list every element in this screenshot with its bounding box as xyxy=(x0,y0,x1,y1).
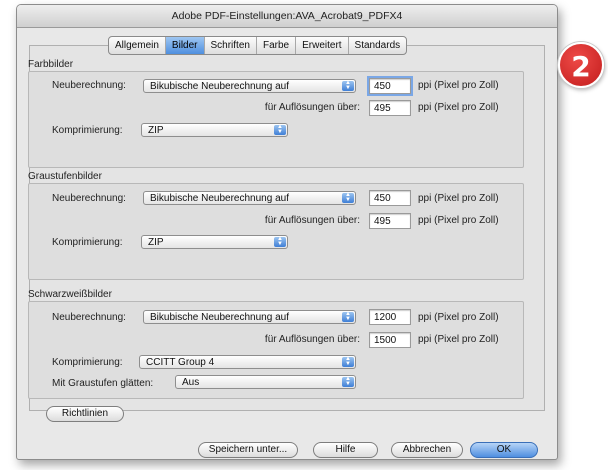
farbbilder-aufloesung-label: für Auflösungen über: xyxy=(264,102,360,113)
schwarzweiss-neuberechnung-select[interactable]: Bikubische Neuberechnung auf ▲ ▼ xyxy=(143,310,356,324)
graustufen-ppi-input[interactable]: 450 xyxy=(369,190,411,206)
schwarzweiss-aufloesung-input[interactable]: 1500 xyxy=(369,332,411,348)
schwarzweiss-glaetten-value: Aus xyxy=(182,377,200,388)
select-arrows-icon: ▲ ▼ xyxy=(342,192,354,203)
farbbilder-neuberechnung-select[interactable]: Bikubische Neuberechnung auf ▲ ▼ xyxy=(143,79,356,93)
schwarzweiss-aufloesung-label: für Auflösungen über: xyxy=(264,334,360,345)
schwarzweiss-komprimierung-label: Komprimierung: xyxy=(52,357,123,368)
select-arrows-icon: ▲ ▼ xyxy=(274,236,286,247)
farbbilder-aufloesung-input[interactable]: 495 xyxy=(369,100,411,116)
tab-allgemein[interactable]: Allgemein xyxy=(109,37,165,54)
window-title: Adobe PDF-Einstellungen:AVA_Acrobat9_PDF… xyxy=(17,5,557,28)
tab-schriften[interactable]: Schriften xyxy=(203,37,256,54)
graustufen-aufloesung-input[interactable]: 495 xyxy=(369,213,411,229)
help-button[interactable]: Hilfe xyxy=(313,442,378,458)
select-arrows-icon: ▲ ▼ xyxy=(274,124,286,135)
farbbilder-komprimierung-select[interactable]: ZIP ▲ ▼ xyxy=(141,123,288,137)
graustufen-komprimierung-select[interactable]: ZIP ▲ ▼ xyxy=(141,235,288,249)
tab-farbe[interactable]: Farbe xyxy=(255,37,295,54)
tab-standards[interactable]: Standards xyxy=(347,37,407,54)
schwarzweiss-ppi-unit: ppi (Pixel pro Zoll) xyxy=(418,312,499,323)
farbbilder-neuberechnung-value: Bikubische Neuberechnung auf xyxy=(150,81,289,92)
farbbilder-ppi-unit: ppi (Pixel pro Zoll) xyxy=(418,80,499,91)
ok-button[interactable]: OK xyxy=(470,442,538,458)
schwarzweiss-aufloesung-unit: ppi (Pixel pro Zoll) xyxy=(418,334,499,345)
cancel-button[interactable]: Abbrechen xyxy=(391,442,463,458)
farbbilder-neuberechnung-label: Neuberechnung: xyxy=(52,80,126,91)
schwarzweiss-glaetten-select[interactable]: Aus ▲ ▼ xyxy=(175,375,356,389)
tab-bilder[interactable]: Bilder xyxy=(164,37,204,54)
schwarzweiss-komprimierung-value: CCITT Group 4 xyxy=(146,357,215,368)
schwarzweiss-komprimierung-select[interactable]: CCITT Group 4 ▲ ▼ xyxy=(139,355,356,369)
farbbilder-aufloesung-unit: ppi (Pixel pro Zoll) xyxy=(418,102,499,113)
farbbilder-ppi-input[interactable]: 450 xyxy=(367,76,413,96)
graustufen-komprimierung-label: Komprimierung: xyxy=(52,237,123,248)
tab-bar: Allgemein Bilder Schriften Farbe Erweite… xyxy=(108,36,408,55)
select-arrows-icon: ▲ ▼ xyxy=(342,80,354,91)
graustufen-title: Graustufenbilder xyxy=(28,171,102,182)
select-arrows-icon: ▲ ▼ xyxy=(342,311,354,322)
graustufen-neuberechnung-select[interactable]: Bikubische Neuberechnung auf ▲ ▼ xyxy=(143,191,356,205)
graustufen-aufloesung-label: für Auflösungen über: xyxy=(264,215,360,226)
schwarzweiss-neuberechnung-value: Bikubische Neuberechnung auf xyxy=(150,312,289,323)
farbbilder-komprimierung-label: Komprimierung: xyxy=(52,125,123,136)
farbbilder-komprimierung-value: ZIP xyxy=(148,125,164,136)
graustufen-neuberechnung-label: Neuberechnung: xyxy=(52,193,126,204)
graustufen-neuberechnung-value: Bikubische Neuberechnung auf xyxy=(150,193,289,204)
farbbilder-title: Farbbilder xyxy=(28,59,74,70)
schwarzweiss-neuberechnung-label: Neuberechnung: xyxy=(52,312,126,323)
graustufen-komprimierung-value: ZIP xyxy=(148,237,164,248)
graustufen-aufloesung-unit: ppi (Pixel pro Zoll) xyxy=(418,215,499,226)
select-arrows-icon: ▲ ▼ xyxy=(342,376,354,387)
graustufen-ppi-unit: ppi (Pixel pro Zoll) xyxy=(418,193,499,204)
schwarzweiss-ppi-input[interactable]: 1200 xyxy=(369,309,411,325)
tab-erweitert[interactable]: Erweitert xyxy=(295,37,347,54)
select-arrows-icon: ▲ ▼ xyxy=(342,356,354,367)
richtlinien-button[interactable]: Richtlinien xyxy=(46,406,124,422)
step-number-badge: 2 xyxy=(558,42,604,88)
save-as-button[interactable]: Speichern unter... xyxy=(198,442,298,458)
schwarzweiss-glaetten-label: Mit Graustufen glätten: xyxy=(52,378,154,389)
schwarzweiss-title: Schwarzweißbilder xyxy=(28,289,112,300)
